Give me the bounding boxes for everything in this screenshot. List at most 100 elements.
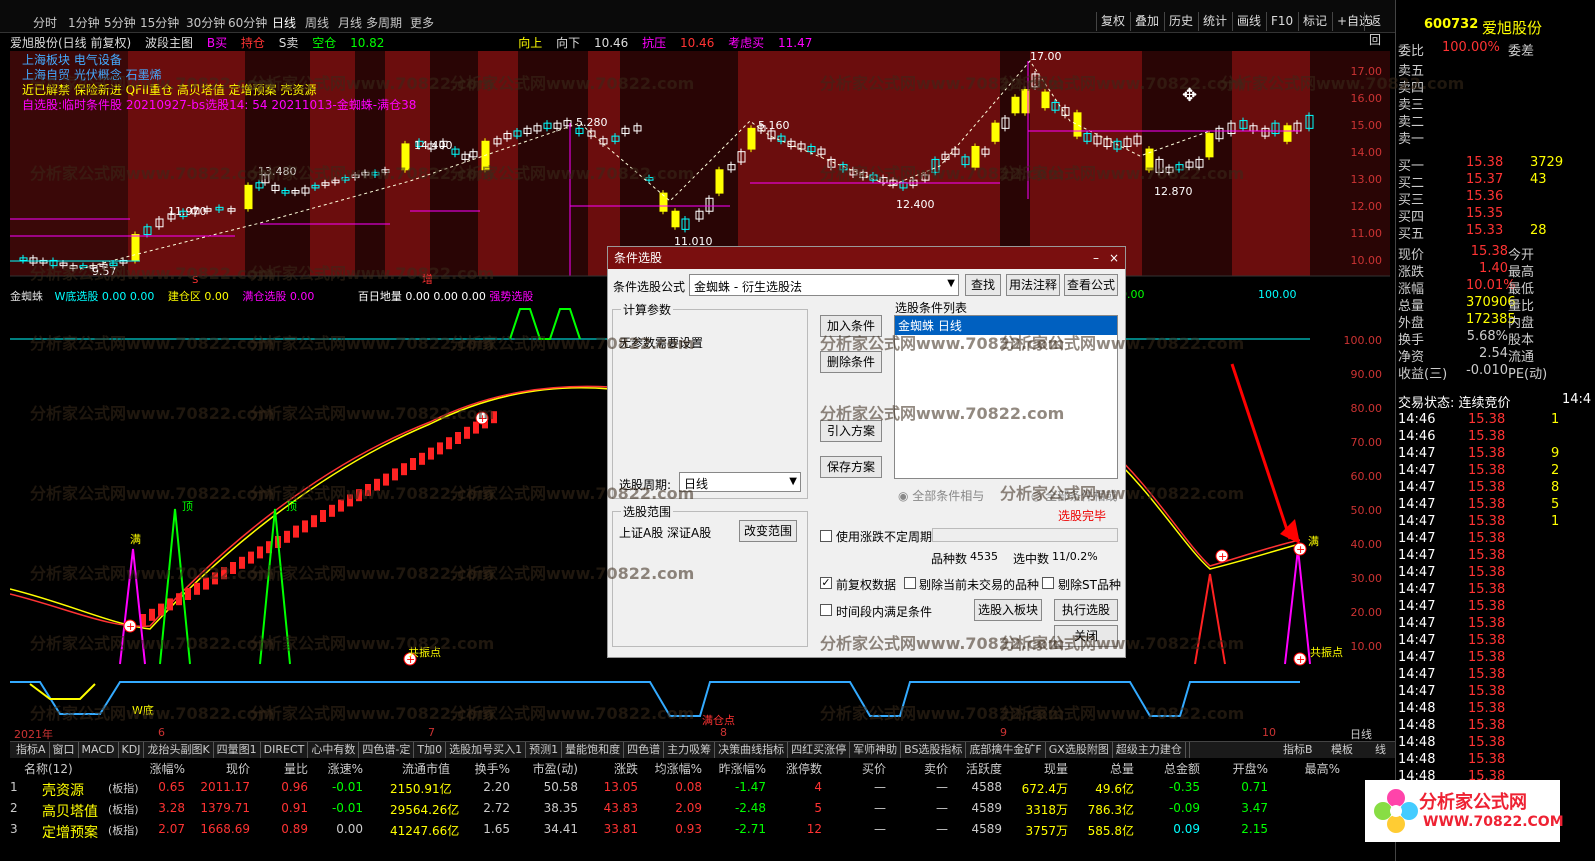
use-unfixed-checkbox[interactable] <box>820 530 832 542</box>
formula-select[interactable]: 金蜘蛛 - 衍生选股法 ▼ <box>689 274 959 296</box>
period-tab-7[interactable]: 周线 <box>305 14 329 31</box>
find-button[interactable]: 查找 <box>965 274 1001 296</box>
toolbar-button-4[interactable]: 画线 <box>1232 12 1265 31</box>
remove-condition-button[interactable]: 删除条件 <box>820 351 882 373</box>
table-row[interactable]: 2 高贝塔值 (板指) 3.28 1379.71 0.91 -0.01 29564.26亿 2.… <box>10 801 1395 822</box>
tab-line[interactable]: 线 <box>1372 742 1389 758</box>
indicator-tab-10[interactable]: 选股加号买入1 <box>446 742 527 758</box>
sub-y-tick-7: 30.00 <box>1350 572 1383 585</box>
indicator-tab-15[interactable]: 决策曲线指标 <box>715 742 789 758</box>
indicator-tab-19[interactable]: 底部擒牛金矿F <box>966 742 1046 758</box>
to-block-button[interactable]: 选股入板块 <box>974 599 1042 621</box>
indicator-tab-4[interactable]: 龙抬头副图K <box>144 742 214 758</box>
col-header-14[interactable]: 活跃度 <box>942 760 1002 777</box>
col-header-9[interactable]: 均涨幅% <box>642 760 702 777</box>
col-header-1[interactable]: 涨幅% <box>125 760 185 777</box>
indicator-tab-5[interactable]: 四量图1 <box>214 742 261 758</box>
col-header-2[interactable]: 现价 <box>190 760 250 777</box>
indicator-tab-17[interactable]: 军师神助 <box>850 742 902 758</box>
indicator-tab-20[interactable]: GX选股附图 <box>1046 742 1113 758</box>
buy-price-4: 15.33 <box>1466 223 1504 238</box>
all-and-radio[interactable]: ◉ 全部条件相与 <box>898 487 984 504</box>
cell-8: 33.81 <box>603 822 638 836</box>
tab-indicator-b[interactable]: 指标B <box>1280 742 1316 758</box>
indicator-tab-13[interactable]: 四色谱 <box>624 742 665 758</box>
table-row[interactable]: 1 壳资源 (板指) 0.65 2011.17 0.96 -0.01 2150.91亿 2.20… <box>10 780 1395 801</box>
tab-template[interactable]: 模板 <box>1328 742 1356 758</box>
period-tab-10[interactable]: 更多 <box>410 14 434 31</box>
col-header-7[interactable]: 市盈(动) <box>518 760 578 777</box>
v2-value: 0.00 <box>461 290 486 303</box>
time-cond-checkbox[interactable] <box>820 604 832 616</box>
usage-button[interactable]: 用法注释 <box>1006 274 1060 296</box>
indicator-tab-7[interactable]: 心中有数 <box>308 742 360 758</box>
prior-adjust-checkbox[interactable]: ✓ <box>820 577 832 589</box>
col-header-18[interactable]: 开盘% <box>1208 760 1268 777</box>
indicator-tab-6[interactable]: DIRECT <box>261 742 309 758</box>
watermark-text: 分析家公式网www.70822.com <box>1000 634 1245 653</box>
col-header-16[interactable]: 总量 <box>1074 760 1134 777</box>
col-header-4[interactable]: 涨速% <box>303 760 363 777</box>
period-tab-6[interactable]: 日线 <box>272 14 296 31</box>
toolbar-button-2[interactable]: 历史 <box>1164 12 1197 31</box>
toolbar-button-8[interactable]: 返回 <box>1364 12 1395 47</box>
col-header-13[interactable]: 卖价 <box>888 760 948 777</box>
toolbar-button-6[interactable]: 标记 <box>1298 12 1331 31</box>
row-index: 1 <box>10 780 18 794</box>
table-row[interactable]: 3 定增预案 (板指) 2.07 1668.69 0.89 0.00 41247.66亿 1.6… <box>10 822 1395 843</box>
indicator-tab-2[interactable]: MACD <box>79 742 119 758</box>
save-plan-button[interactable]: 保存方案 <box>820 456 882 478</box>
tick-time: 14:47 <box>1398 565 1436 580</box>
col-header-8[interactable]: 涨跌 <box>578 760 638 777</box>
col-header-19[interactable]: 最高% <box>1280 760 1340 777</box>
toolbar-button-3[interactable]: 统计 <box>1198 12 1231 31</box>
tick-time: 14:47 <box>1398 497 1436 512</box>
indicator-tab-21[interactable]: 超级主力建仓 <box>1113 742 1186 758</box>
indicator-tab-8[interactable]: 四色谱-定 <box>359 742 415 758</box>
indicator-name[interactable]: 金蜘蛛 <box>10 290 43 303</box>
run-button[interactable]: 执行选股 <box>1054 599 1118 621</box>
toolbar-button-0[interactable]: 复权 <box>1096 12 1129 31</box>
indicator-tab-18[interactable]: BS选股指标 <box>901 742 967 758</box>
cell-1: 0.65 <box>158 780 185 794</box>
indicator-tab-0[interactable]: 指标A <box>13 742 50 758</box>
col-header-5[interactable]: 流通市值 <box>390 760 450 777</box>
col-header-3[interactable]: 量比 <box>248 760 308 777</box>
close-icon[interactable]: × <box>1109 247 1119 269</box>
s-sell-value: 空仓 <box>312 36 337 50</box>
exclude-untraded-checkbox[interactable] <box>904 577 916 589</box>
mode-label[interactable]: 波段主图 <box>145 36 193 50</box>
col-header-12[interactable]: 买价 <box>826 760 886 777</box>
indicator-tab-12[interactable]: 量能饱和度 <box>562 742 625 758</box>
change-range-button[interactable]: 改变范围 <box>739 520 797 542</box>
col-header-15[interactable]: 现量 <box>1008 760 1068 777</box>
toolbar-button-1[interactable]: 叠加 <box>1130 12 1163 31</box>
period-tab-1[interactable]: 1分钟 <box>68 14 100 31</box>
period-tab-9[interactable]: 多周期 <box>366 14 402 31</box>
indicator-tab-3[interactable]: KDJ <box>119 742 145 758</box>
exclude-st-checkbox[interactable] <box>1042 577 1054 589</box>
period-tab-0[interactable]: 分时 <box>33 14 57 31</box>
col-header-10[interactable]: 昨涨幅% <box>706 760 766 777</box>
indicator-tab-16[interactable]: 四红买涨停 <box>788 742 851 758</box>
period-tab-2[interactable]: 5分钟 <box>104 14 136 31</box>
indicator-tab-9[interactable]: T加0 <box>414 742 447 758</box>
col-header-6[interactable]: 换手% <box>450 760 510 777</box>
minimize-icon[interactable]: – <box>1093 247 1099 269</box>
col-header-11[interactable]: 涨停数 <box>762 760 822 777</box>
watermark-text: 分析家公式网www.70822.com <box>1000 334 1245 353</box>
period-tab-8[interactable]: 月线 <box>338 14 362 31</box>
indicator-tab-1[interactable]: 窗口 <box>50 742 79 758</box>
indicator-tab-14[interactable]: 主力吸筹 <box>664 742 716 758</box>
indicator-tab-11[interactable]: 预测1 <box>526 742 563 758</box>
period-tab-3[interactable]: 15分钟 <box>140 14 179 31</box>
toolbar-button-5[interactable]: F10 <box>1266 12 1297 31</box>
period-tab-4[interactable]: 30分钟 <box>186 14 225 31</box>
period-select[interactable]: 日线 ▼ <box>679 472 801 492</box>
period-tab-5[interactable]: 60分钟 <box>228 14 267 31</box>
col-header-0[interactable]: 名称(12) <box>24 760 84 777</box>
rising-bar <box>257 546 263 559</box>
view-formula-button[interactable]: 查看公式 <box>1064 274 1118 296</box>
tick-price: 15.38 <box>1468 463 1506 478</box>
col-header-17[interactable]: 总金额 <box>1140 760 1200 777</box>
